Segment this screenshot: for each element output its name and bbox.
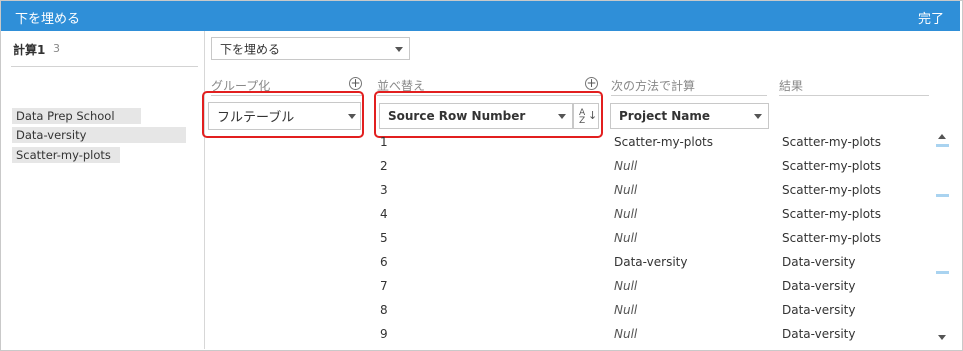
calc-name: 計算1 [13,43,46,57]
compute-cell: Scatter-my-plots [614,135,714,149]
compute-header: 次の方法で計算 [611,79,696,93]
compute-cell: Null [614,159,638,173]
scroll-marker [936,144,949,147]
compute-cell: Null [614,183,638,197]
scroll-marker [936,271,949,274]
dialog-title: 下を埋める [15,12,81,27]
result-cell: Data-versity [782,255,856,269]
compute-cell: Null [614,303,638,317]
header-underline [611,95,767,96]
result-cell: Scatter-my-plots [782,183,882,197]
value-chip: Data-versity [12,127,186,143]
result-cell: Scatter-my-plots [782,135,882,149]
row-number: 8 [380,303,388,317]
row-number: 6 [380,255,388,269]
value-chip: Scatter-my-plots [12,147,120,163]
row-number: 2 [380,159,388,173]
header-underline [779,95,929,96]
row-number: 7 [380,279,388,293]
row-number: 4 [380,207,388,221]
left-panel: 計算1 3 Data Prep School Data-versity Scat… [1,31,205,349]
chevron-down-icon [754,114,762,119]
scroll-up-icon[interactable] [938,134,946,139]
highlight-box [202,91,364,138]
operation-dropdown[interactable]: 下を埋める [211,37,410,60]
scroll-down-icon[interactable] [938,335,946,340]
row-number: 3 [380,183,388,197]
compute-value: Project Name [619,109,711,123]
compute-dropdown[interactable]: Project Name [610,103,769,129]
result-header: 結果 [779,79,804,93]
result-cell: Data-versity [782,327,856,341]
value-chip: Data Prep School [12,108,141,124]
highlight-box [374,91,603,138]
scrollbar[interactable] [935,128,950,344]
scroll-marker [936,194,949,197]
compute-cell: Null [614,327,638,341]
result-cell: Data-versity [782,279,856,293]
divider [11,66,198,67]
compute-cell: Null [614,279,638,293]
result-cell: Scatter-my-plots [782,159,882,173]
compute-cell: Null [614,207,638,221]
result-cell: Scatter-my-plots [782,231,882,245]
result-cell: Scatter-my-plots [782,207,882,221]
chevron-down-icon [395,47,403,52]
compute-cell: Data-versity [614,255,688,269]
title-bar: 下を埋める 完了 [1,1,960,31]
row-number: 1 [380,135,388,149]
add-sort-icon[interactable]: + [585,77,598,90]
row-number: 5 [380,231,388,245]
row-number: 9 [380,327,388,341]
done-button[interactable]: 完了 [918,8,944,27]
operation-value: 下を埋める [220,42,281,56]
result-cell: Data-versity [782,303,856,317]
add-group-icon[interactable]: + [349,77,362,90]
calc-count: 3 [53,42,60,55]
compute-cell: Null [614,231,638,245]
